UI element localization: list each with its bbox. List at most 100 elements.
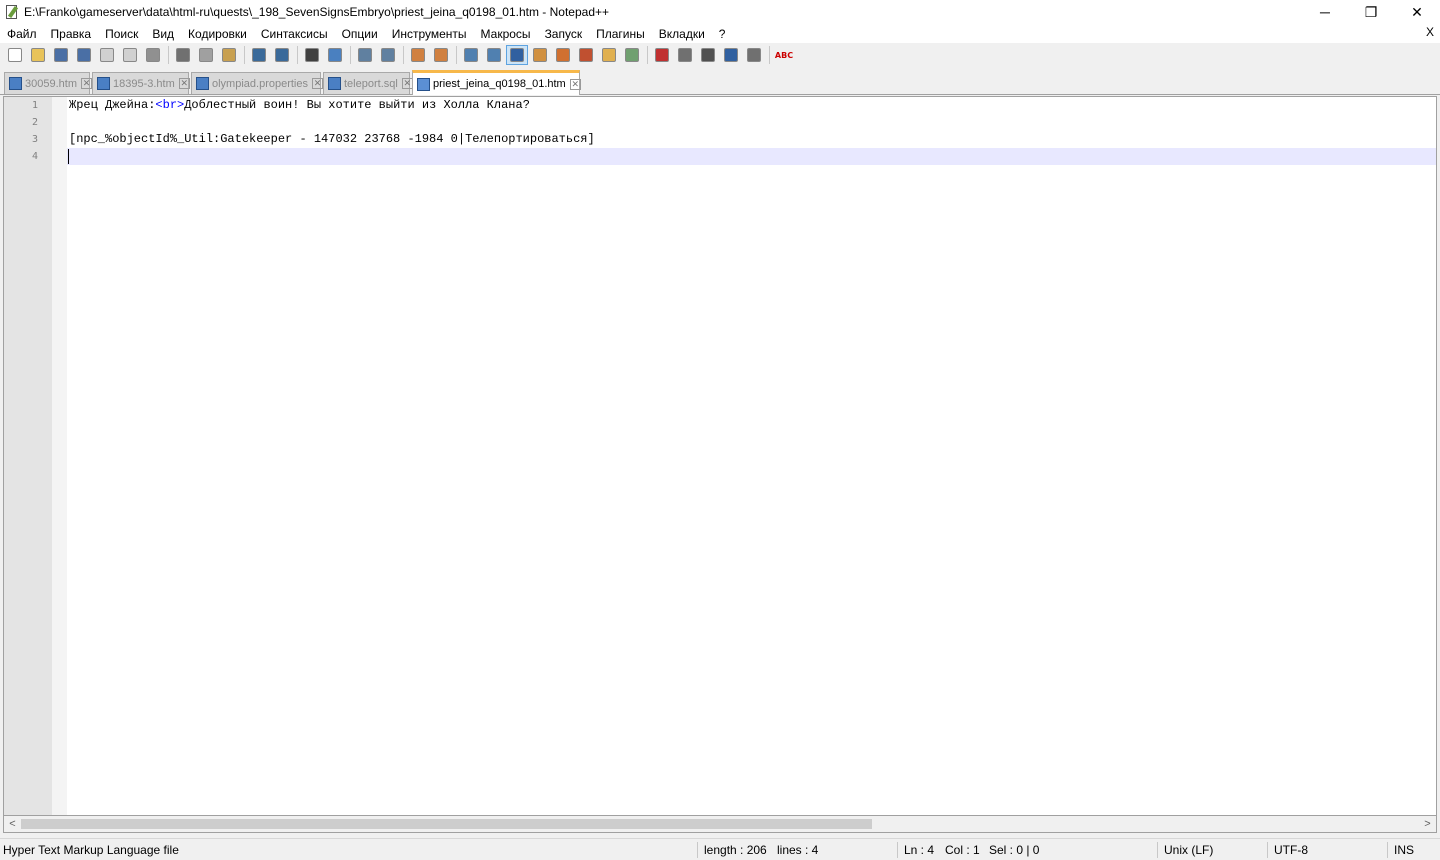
new-file-icon (8, 48, 22, 62)
spellcheck-icon: ABC (774, 50, 794, 60)
tab-close-icon[interactable]: ✕ (569, 78, 581, 90)
word-wrap-icon (464, 48, 478, 62)
menu-view[interactable]: Вид (145, 27, 181, 41)
tab-label: olympiad.properties (212, 77, 308, 90)
cut-icon (176, 48, 190, 62)
paste-button[interactable] (218, 45, 240, 65)
toolbar-separator (350, 46, 351, 64)
scrollbar-thumb[interactable] (21, 819, 872, 829)
undo-button[interactable] (248, 45, 270, 65)
show-all-chars-button[interactable] (483, 45, 505, 65)
menu-bar: Файл Правка Поиск Вид Кодировки Синтакси… (0, 24, 1440, 43)
find-button[interactable] (301, 45, 323, 65)
macro-stop-icon (678, 48, 692, 62)
zoom-in-button[interactable] (354, 45, 376, 65)
copy-icon (199, 48, 213, 62)
zoom-in-icon (358, 48, 372, 62)
tab-label: 18395-3.htm (113, 77, 175, 90)
minimize-button[interactable]: ─ (1302, 0, 1348, 24)
menu-tools[interactable]: Инструменты (385, 27, 474, 41)
menu-run[interactable]: Запуск (538, 27, 590, 41)
restore-icon: ❐ (1364, 3, 1378, 20)
zoom-out-button[interactable] (377, 45, 399, 65)
code-area[interactable]: Жрец Джейна:<br>Доблестный воин! Вы хоти… (67, 97, 1436, 815)
tab-priest-jeina[interactable]: priest_jeina_q0198_01.htm ✕ (412, 70, 581, 95)
udl-button[interactable] (529, 45, 551, 65)
redo-button[interactable] (271, 45, 293, 65)
indent-guide-icon (510, 48, 524, 62)
indent-guide-button[interactable] (506, 45, 528, 65)
cut-button[interactable] (172, 45, 194, 65)
close-all-button[interactable] (119, 45, 141, 65)
tab-30059[interactable]: 30059.htm ✕ (4, 72, 92, 94)
status-divider (1157, 842, 1158, 858)
toolbar-separator (456, 46, 457, 64)
menu-language[interactable]: Синтаксисы (254, 27, 335, 41)
sync-horizontal-button[interactable] (430, 45, 452, 65)
macro-save-button[interactable] (743, 45, 765, 65)
tab-close-icon[interactable]: ✕ (312, 78, 323, 89)
replace-button[interactable] (324, 45, 346, 65)
monitoring-button[interactable] (621, 45, 643, 65)
fold-margin[interactable] (52, 97, 67, 815)
text-caret (68, 149, 69, 164)
toolbar-separator (403, 46, 404, 64)
sync-vertical-button[interactable] (407, 45, 429, 65)
code-line-4 (67, 148, 1436, 165)
file-icon (196, 77, 209, 90)
macro-play-button[interactable] (697, 45, 719, 65)
macro-play-multi-button[interactable] (720, 45, 742, 65)
close-icon: ✕ (1411, 3, 1423, 20)
file-icon (417, 77, 430, 91)
menu-edit[interactable]: Правка (44, 27, 99, 41)
scroll-right-icon[interactable]: > (1419, 816, 1436, 832)
line-number: 2 (31, 117, 38, 128)
save-button[interactable] (50, 45, 72, 65)
close-button[interactable] (96, 45, 118, 65)
copy-button[interactable] (195, 45, 217, 65)
tab-label: teleport.sql (344, 77, 398, 90)
tab-olympiad-properties[interactable]: olympiad.properties ✕ (191, 72, 323, 94)
menu-macro[interactable]: Макросы (474, 27, 538, 41)
save-all-button[interactable] (73, 45, 95, 65)
macro-stop-button[interactable] (674, 45, 696, 65)
macro-record-button[interactable] (651, 45, 673, 65)
folder-workspace-button[interactable] (598, 45, 620, 65)
new-file-button[interactable] (4, 45, 26, 65)
function-list-button[interactable] (575, 45, 597, 65)
tab-close-icon[interactable]: ✕ (178, 78, 190, 89)
menu-search[interactable]: Поиск (98, 27, 145, 41)
editor[interactable]: 1 2 3 4 Жрец Джейна:<br>Доблестный воин!… (3, 96, 1437, 816)
close-all-icon (123, 48, 137, 62)
toolbar: ABC (0, 43, 1440, 67)
tab-teleport-sql[interactable]: teleport.sql ✕ (323, 72, 413, 94)
print-button[interactable] (142, 45, 164, 65)
scroll-left-icon[interactable]: < (4, 816, 21, 832)
close-window-button[interactable]: ✕ (1394, 0, 1440, 24)
status-bar: Hyper Text Markup Language file length :… (0, 838, 1440, 860)
menu-plugins[interactable]: Плагины (589, 27, 652, 41)
word-wrap-button[interactable] (460, 45, 482, 65)
menu-window[interactable]: Вкладки (652, 27, 712, 41)
function-list-icon (579, 48, 593, 62)
open-file-button[interactable] (27, 45, 49, 65)
tab-close-icon[interactable]: ✕ (80, 78, 92, 89)
menu-settings[interactable]: Опции (335, 27, 385, 41)
code-text-segment: Доблестный воин! Вы хотите выйти из Холл… (184, 98, 530, 112)
status-encoding[interactable]: UTF-8 (1274, 839, 1308, 860)
close-document-button[interactable]: X (1426, 25, 1434, 39)
doc-map-button[interactable] (552, 45, 574, 65)
horizontal-scrollbar[interactable]: < > (3, 816, 1437, 833)
status-eol[interactable]: Unix (LF) (1164, 839, 1213, 860)
menu-encoding[interactable]: Кодировки (181, 27, 254, 41)
menu-help[interactable]: ? (712, 27, 733, 41)
code-text-segment: Жрец Джейна: (69, 98, 156, 112)
spellcheck-button[interactable]: ABC (773, 45, 795, 65)
html-tag: <br> (155, 98, 185, 112)
tab-18395-3[interactable]: 18395-3.htm ✕ (92, 72, 190, 94)
restore-button[interactable]: ❐ (1348, 0, 1394, 24)
doc-map-icon (556, 48, 570, 62)
file-icon (97, 77, 110, 90)
menu-file[interactable]: Файл (0, 27, 44, 41)
